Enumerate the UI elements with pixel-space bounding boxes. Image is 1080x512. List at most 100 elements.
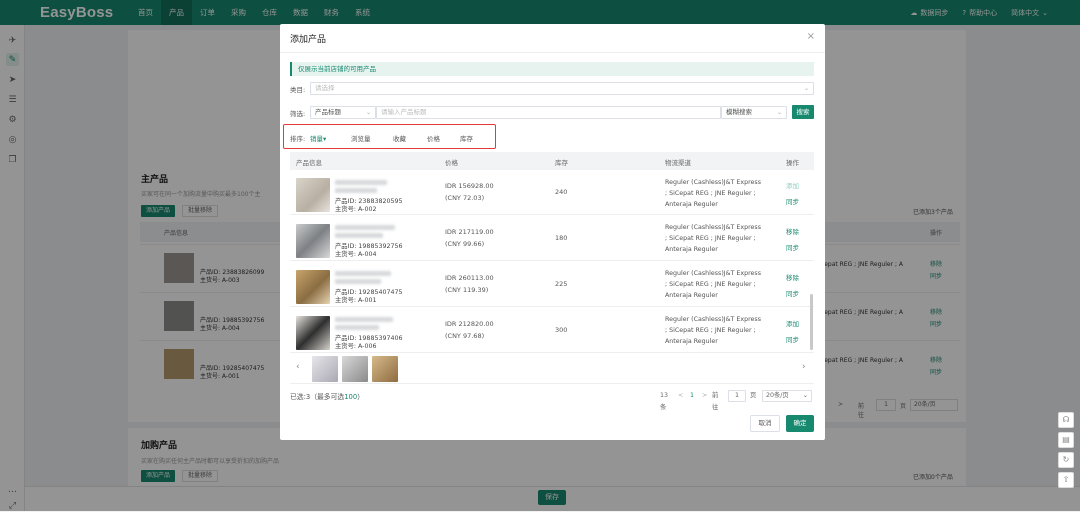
product-sku: 主货号: A-002 <box>335 206 377 213</box>
match-mode-value: 模糊搜索 <box>726 108 752 116</box>
notice-banner: 仅展示当前店铺的可用产品 <box>290 62 814 76</box>
product-table-body: 产品ID: 23883820595 主货号: A-002 IDR 156928.… <box>290 170 814 352</box>
sort-bar: 排序: 销量▾ 浏览量 收藏 价格 库存 <box>283 124 496 149</box>
sort-favorites[interactable]: 收藏 <box>393 133 406 143</box>
blurred-title <box>335 279 381 284</box>
logistics-value: Reguler (Cashless)J&T Express ; SiCepat … <box>665 270 761 299</box>
current-page[interactable]: 1 <box>690 390 694 402</box>
confirm-button[interactable]: 确定 <box>786 415 814 432</box>
sync-link[interactable]: 同步 <box>786 288 799 298</box>
table-scrollbar[interactable] <box>810 294 813 350</box>
blurred-title <box>335 180 387 185</box>
next-page[interactable]: > <box>702 390 707 402</box>
price-idr: IDR 212820.00 <box>445 320 494 328</box>
selected-thumbnail[interactable] <box>312 356 338 382</box>
chevron-down-icon: ⌄ <box>803 85 809 92</box>
col-product-info: 产品信息 <box>296 159 322 167</box>
headset-icon[interactable]: ☊ <box>1058 412 1074 428</box>
chevron-down-icon: ⌄ <box>365 109 371 116</box>
selected-thumbnail[interactable] <box>372 356 398 382</box>
table-row: 产品ID: 23883820595 主货号: A-002 IDR 156928.… <box>290 170 814 215</box>
goto-label: 前往 <box>712 392 719 411</box>
refresh-icon[interactable]: ↻ <box>1058 452 1074 468</box>
price-idr: IDR 156928.00 <box>445 182 494 190</box>
table-row: 产品ID: 19885392756 主货号: A-004 IDR 217119.… <box>290 216 814 261</box>
blurred-title <box>335 188 377 193</box>
stock-value: 240 <box>555 188 568 196</box>
selected-products-strip: ‹ › <box>290 352 814 384</box>
selected-count-end: ） <box>357 393 364 401</box>
blurred-title <box>335 233 383 238</box>
page-size-select[interactable]: 20条/页 ⌄ <box>762 390 812 402</box>
chevron-left-icon[interactable]: ‹ <box>296 362 300 372</box>
chevron-down-icon: ⌄ <box>776 109 782 116</box>
stock-value: 225 <box>555 280 568 288</box>
col-logistics: 物流渠道 <box>665 159 691 167</box>
sort-sales[interactable]: 销量▾ <box>310 133 326 143</box>
table-row: 产品ID: 19885397406 主货号: A-006 IDR 212820.… <box>290 308 814 352</box>
price-cny: (CNY 99.66) <box>445 240 485 248</box>
add-link[interactable]: 添加 <box>786 318 799 328</box>
sync-link[interactable]: 同步 <box>786 196 799 206</box>
price-cny: (CNY 97.68) <box>445 332 485 340</box>
category-select[interactable]: 请选择 ⌄ <box>310 82 814 95</box>
back-to-top-icon[interactable]: ⇧ <box>1058 472 1074 488</box>
selected-count: 已选:3（最多可选100） <box>290 391 364 401</box>
filter-label: 筛选: <box>290 110 306 118</box>
filter-field-value: 产品标题 <box>315 108 341 116</box>
price-cny: (CNY 72.03) <box>445 194 485 202</box>
close-icon[interactable]: × <box>807 31 815 42</box>
add-product-modal: 添加产品 × 仅展示当前店铺的可用产品 类目: 请选择 ⌄ 筛选: 产品标题 ⌄… <box>280 24 825 440</box>
table-row: 产品ID: 19285407475 主货号: A-001 IDR 260113.… <box>290 262 814 307</box>
add-link[interactable]: 添加 <box>786 180 799 190</box>
modal-divider <box>280 52 825 53</box>
remove-link[interactable]: 移除 <box>786 272 799 282</box>
sort-label: 排序: <box>290 135 306 143</box>
sort-views[interactable]: 浏览量 <box>351 133 371 143</box>
cancel-button[interactable]: 取消 <box>750 415 780 432</box>
product-sku: 主货号: A-006 <box>335 343 377 350</box>
total-count: 13条 <box>660 392 669 411</box>
goto-page-input[interactable]: 1 <box>728 390 746 402</box>
logistics-value: Reguler (Cashless)J&T Express ; SiCepat … <box>665 316 761 345</box>
selected-max: 100 <box>344 393 358 401</box>
selected-thumbnail[interactable] <box>342 356 368 382</box>
search-button[interactable]: 搜索 <box>792 105 814 119</box>
product-sku: 主货号: A-004 <box>335 251 377 258</box>
product-thumbnail <box>296 224 330 258</box>
prev-page[interactable]: < <box>678 390 683 402</box>
category-label: 类目: <box>290 86 306 94</box>
page-size-value: 20条/页 <box>766 392 789 399</box>
logistics-value: Reguler (Cashless)J&T Express ; SiCepat … <box>665 179 761 208</box>
sync-link[interactable]: 同步 <box>786 334 799 344</box>
sort-sales-label: 销量 <box>310 135 323 143</box>
col-stock: 库存 <box>555 159 568 167</box>
selected-count-label: 已选:3（最多可选 <box>290 393 345 401</box>
stock-value: 180 <box>555 234 568 242</box>
product-thumbnail <box>296 316 330 350</box>
sort-stock[interactable]: 库存 <box>460 133 473 143</box>
logistics-value: Reguler (Cashless)J&T Express ; SiCepat … <box>665 224 761 253</box>
match-mode-select[interactable]: 模糊搜索 ⌄ <box>721 106 787 119</box>
price-cny: (CNY 119.39) <box>445 286 489 294</box>
modal-title: 添加产品 <box>290 35 327 45</box>
blurred-title <box>335 225 395 230</box>
product-thumbnail <box>296 178 330 212</box>
stock-value: 300 <box>555 326 568 334</box>
sort-price[interactable]: 价格 <box>427 133 440 143</box>
blurred-title <box>335 271 391 276</box>
chevron-right-icon[interactable]: › <box>802 362 806 372</box>
sync-link[interactable]: 同步 <box>786 242 799 252</box>
remove-link[interactable]: 移除 <box>786 226 799 236</box>
blurred-title <box>335 325 379 330</box>
price-idr: IDR 217119.00 <box>445 228 494 236</box>
product-sku: 主货号: A-001 <box>335 297 377 304</box>
caret-down-icon: ▾ <box>323 135 327 143</box>
page-unit: 页 <box>750 392 757 399</box>
document-icon[interactable]: ▤ <box>1058 432 1074 448</box>
category-placeholder: 请选择 <box>315 84 335 92</box>
filter-field-select[interactable]: 产品标题 ⌄ <box>310 106 376 119</box>
col-price: 价格 <box>445 159 458 167</box>
product-table-header: 产品信息 价格 库存 物流渠道 操作 <box>290 152 814 170</box>
search-input[interactable]: 请输入产品标题 <box>376 106 721 119</box>
